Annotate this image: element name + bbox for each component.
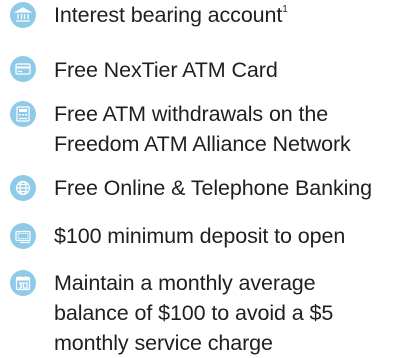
feature-text: Interest bearing account1: [54, 0, 403, 30]
globe-icon: [10, 175, 36, 201]
feature-label: Free NexTier ATM Card: [54, 58, 278, 82]
feature-line: balance of $100 to avoid a $5: [54, 301, 334, 325]
feature-label: Free Online & Telephone Banking: [54, 176, 373, 200]
calendar-icon: [10, 270, 36, 296]
feature-line: Free ATM withdrawals on the: [54, 102, 329, 126]
feature-line: Freedom ATM Alliance Network: [54, 132, 351, 156]
credit-card-icon: [10, 56, 36, 82]
bank-icon: [10, 2, 36, 28]
feature-line: Maintain a monthly average: [54, 271, 316, 295]
feature-label: $100 minimum deposit to open: [54, 224, 346, 248]
cash-icon: [10, 223, 36, 249]
footnote-marker: 1: [282, 4, 288, 15]
feature-line: monthly service charge: [54, 331, 273, 355]
atm-machine-icon: [10, 101, 36, 127]
feature-label: Interest bearing account: [54, 3, 283, 27]
account-features-list: Interest bearing account1 Free NexTier A…: [0, 0, 407, 355]
feature-text: Free ATM withdrawals on the Freedom ATM …: [54, 99, 403, 159]
